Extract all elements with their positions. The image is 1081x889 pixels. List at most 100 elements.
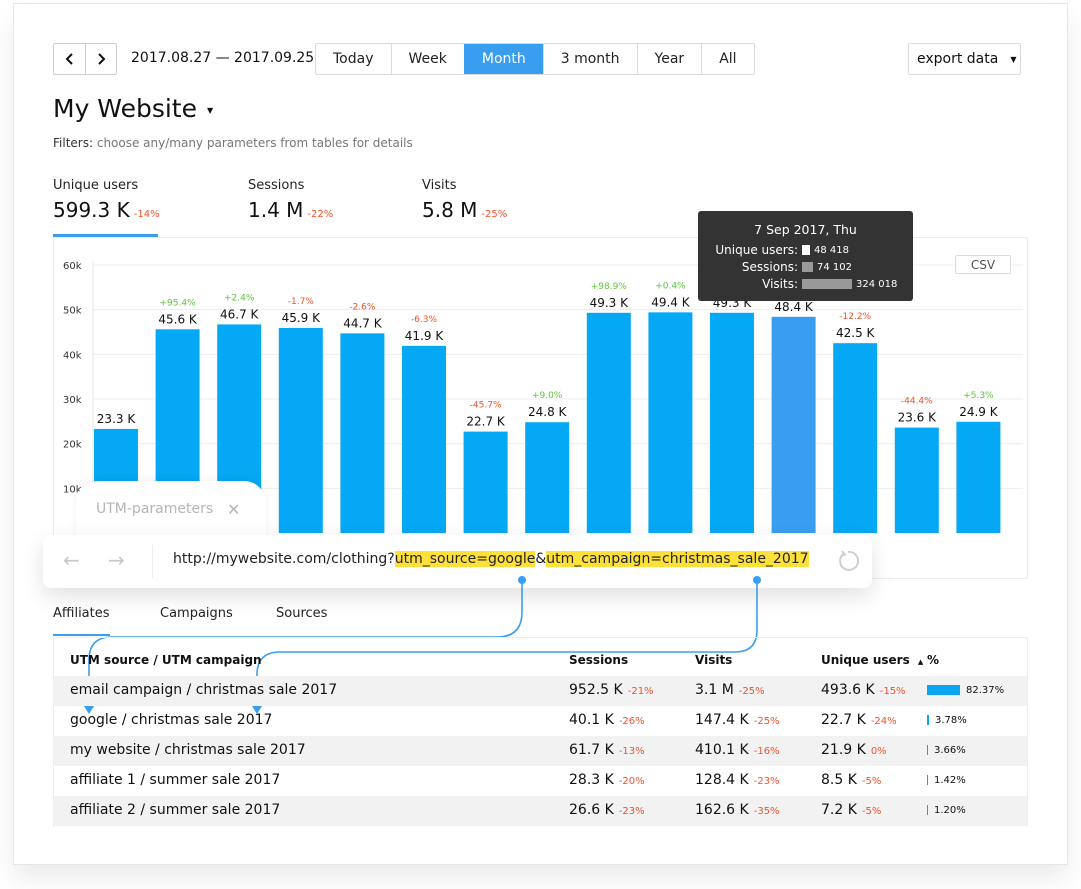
table-row[interactable]: google / christmas sale 2017 40.1 K -26% 14…	[54, 706, 1027, 736]
cell-sessions: 26.6 K -23%	[569, 802, 645, 818]
delta: -23%	[618, 806, 645, 817]
col-header-sessions[interactable]: Sessions	[569, 653, 628, 667]
cell-sessions: 40.1 K -26%	[569, 712, 645, 728]
bar[interactable]	[771, 316, 816, 533]
bar-value-label: 45.6 K	[158, 312, 198, 326]
prev-period-button[interactable]	[54, 44, 85, 74]
bar[interactable]	[278, 327, 323, 533]
reload-icon[interactable]	[836, 549, 860, 573]
col-header-name[interactable]: UTM source / UTM campaign	[70, 653, 262, 667]
tooltip-value: 48 418	[814, 244, 849, 256]
bar-value-label: 49.4 K	[651, 295, 691, 309]
metric-delta: -22%	[307, 209, 334, 220]
site-selector[interactable]: My Website ▼	[53, 94, 213, 123]
caret-down-icon: ▼	[1010, 54, 1017, 64]
period-month[interactable]: Month	[463, 44, 543, 74]
tooltip-swatch	[802, 279, 852, 289]
close-icon[interactable]: ✕	[227, 500, 240, 519]
date-nav	[53, 43, 117, 75]
export-data-dropdown[interactable]: export data ▼	[908, 43, 1021, 75]
metric-visits[interactable]: Visits 5.8 M -25%	[422, 178, 507, 222]
cell-visits: 3.1 M -25%	[695, 682, 765, 698]
bar-change-label: +98.9%	[591, 282, 628, 292]
value: 8.5 K	[821, 772, 857, 788]
delta: -25%	[753, 716, 780, 727]
period-year[interactable]: Year	[636, 44, 702, 74]
cell-sessions: 28.3 K -20%	[569, 772, 645, 788]
url-base: http://mywebsite.com/clothing?	[173, 551, 395, 567]
delta: -5%	[861, 806, 882, 817]
col-header-percent[interactable]: %	[927, 653, 939, 667]
bar-change-label: +9.0%	[532, 391, 563, 401]
y-tick-label: 20k	[63, 440, 82, 451]
tooltip-swatch	[802, 245, 810, 255]
bar-value-label: 44.7 K	[343, 316, 383, 330]
tooltip-title: 7 Sep 2017, Thu	[754, 222, 857, 237]
value: 28.3 K	[569, 772, 614, 788]
cell-sessions: 952.5 K -21%	[569, 682, 654, 698]
cell-percent: 3.78%	[935, 715, 967, 726]
bar[interactable]	[894, 427, 939, 533]
tab-campaigns[interactable]: Campaigns	[160, 606, 233, 621]
tab-affiliates[interactable]: Affiliates	[53, 606, 110, 621]
value: 493.6 K	[821, 682, 875, 698]
delta: -13%	[618, 746, 645, 757]
metric-value: 1.4 M	[248, 198, 304, 222]
chart-tooltip: 7 Sep 2017, Thu Unique users: 48 418 Ses…	[698, 211, 913, 301]
delta: -21%	[627, 686, 654, 697]
period-week[interactable]: Week	[390, 44, 464, 74]
next-period-button[interactable]	[85, 44, 116, 74]
bar[interactable]	[833, 343, 878, 533]
bar-value-label: 24.8 K	[528, 405, 568, 419]
chevron-right-icon	[98, 53, 106, 65]
value: 22.7 K	[821, 712, 866, 728]
bar[interactable]	[586, 312, 631, 533]
tooltip-row-sessions: Sessions: 74 102	[698, 260, 852, 274]
col-header-unique-users[interactable]: Unique users ▲	[821, 653, 923, 667]
cell-unique-users: 7.2 K -5%	[821, 802, 881, 818]
metric-unique-users[interactable]: Unique users 599.3 K -14%	[53, 178, 160, 222]
cell-visits: 162.6 K -35%	[695, 802, 780, 818]
metric-label: Sessions	[248, 178, 305, 193]
delta: -25%	[738, 686, 765, 697]
tooltip-label: Unique users:	[715, 243, 798, 257]
delta: -20%	[618, 776, 645, 787]
cell-visits: 128.4 K -23%	[695, 772, 780, 788]
period-3-month[interactable]: 3 month	[542, 44, 637, 74]
arrow-left-icon[interactable]: ←	[63, 548, 80, 572]
y-tick-label: 50k	[63, 306, 82, 317]
bar[interactable]	[648, 312, 693, 533]
cell-visits: 147.4 K -25%	[695, 712, 780, 728]
table-row[interactable]: email campaign / christmas sale 2017 952.…	[54, 676, 1027, 706]
cell-name: affiliate 1 / summer sale 2017	[70, 772, 281, 788]
table-row[interactable]: affiliate 1 / summer sale 2017 28.3 K -20%…	[54, 766, 1027, 796]
metric-sessions[interactable]: Sessions 1.4 M -22%	[248, 178, 333, 222]
period-today[interactable]: Today	[316, 44, 391, 74]
cell-percent: 82.37%	[966, 685, 1005, 696]
arrow-right-icon[interactable]: →	[108, 548, 125, 572]
table-row[interactable]: affiliate 2 / summer sale 2017 26.6 K -23%…	[54, 796, 1027, 826]
bar-change-label: -2.6%	[349, 302, 376, 312]
bar-value-label: 45.9 K	[282, 311, 322, 325]
bar[interactable]	[710, 312, 754, 533]
url-input[interactable]: http://mywebsite.com/clothing?utm_source…	[173, 551, 809, 567]
value: 21.9 K	[821, 742, 866, 758]
sort-asc-icon: ▲	[917, 658, 924, 666]
percent-bar	[927, 775, 928, 785]
cell-name: my website / christmas sale 2017	[70, 742, 306, 758]
bar[interactable]	[340, 333, 385, 533]
bar[interactable]	[463, 431, 508, 533]
col-header-visits[interactable]: Visits	[695, 653, 732, 667]
tab-sources[interactable]: Sources	[276, 606, 327, 621]
browser-tab[interactable]: UTM-parameters ✕	[76, 481, 266, 541]
cell-percent: 3.66%	[934, 745, 966, 756]
period-all[interactable]: All	[701, 44, 753, 74]
csv-button[interactable]: CSV	[955, 255, 1011, 274]
bar[interactable]	[525, 422, 570, 533]
bar[interactable]	[956, 421, 1001, 533]
value: 147.4 K	[695, 712, 749, 728]
bar[interactable]	[402, 345, 446, 533]
date-range: 2017.08.27 — 2017.09.25	[131, 50, 315, 66]
metric-delta: -25%	[481, 209, 508, 220]
table-row[interactable]: my website / christmas sale 2017 61.7 K -1…	[54, 736, 1027, 766]
